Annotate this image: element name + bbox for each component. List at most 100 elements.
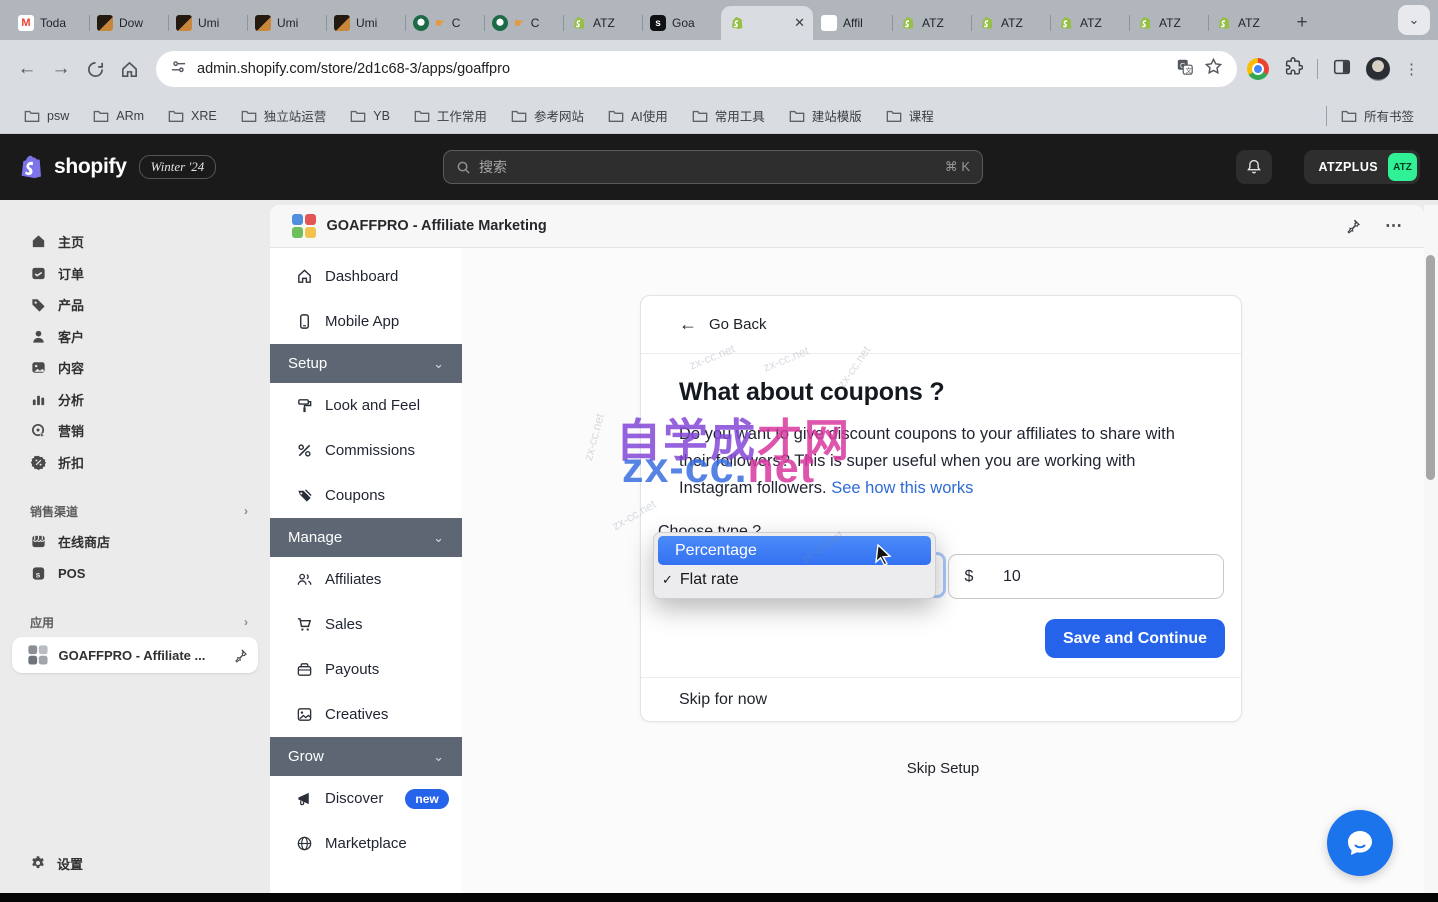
bookmark-star-icon[interactable] [1204,57,1223,81]
browser-tab[interactable]: ☛C [484,6,563,40]
nav-item-commissions[interactable]: Commissions [270,428,462,473]
nav-item-creatives[interactable]: Creatives [270,692,462,737]
page-scrollbar-thumb[interactable] [1426,255,1435,480]
translate-icon[interactable]: G文 [1176,58,1194,81]
nav-item-dashboard[interactable]: Dashboard [270,254,462,299]
browser-tab[interactable]: ATZ [892,6,971,40]
app-more-icon[interactable]: ⋯ [1385,216,1402,236]
bookmark-folder[interactable]: AI使用 [598,102,678,129]
bookmark-folder[interactable]: XRE [158,105,227,127]
nav-item-sales[interactable]: Sales [270,602,462,647]
nav-item-affiliates[interactable]: Affiliates [270,557,462,602]
nav-section-grow[interactable]: Grow⌄ [270,737,462,776]
skip-for-now-row[interactable]: Skip for now [641,677,1241,721]
extensions-icon[interactable] [1283,57,1303,82]
app-main: ← Go Back What about coupons ? Do you wa… [462,248,1424,893]
nav-item-coupons[interactable]: Coupons [270,473,462,518]
notifications-button[interactable] [1236,150,1272,184]
sidebar-item-pos[interactable]: sPOS [12,558,258,590]
address-bar[interactable]: admin.shopify.com/store/2d1c68-3/apps/go… [156,51,1237,87]
sidebar-item-products[interactable]: 产品 [12,289,258,321]
bookmark-folder[interactable]: 常用工具 [682,102,775,129]
nav-item-mobile-app[interactable]: Mobile App [270,299,462,344]
side-panel-icon[interactable] [1332,57,1352,82]
back-button[interactable]: ← [10,52,44,86]
new-tab-button[interactable]: + [1287,6,1317,40]
browser-tab[interactable]: sGoa [642,6,721,40]
spacer [12,589,258,607]
browser-tab[interactable]: Umi [168,6,247,40]
green-circle-icon [492,15,508,31]
sidebar-item-home[interactable]: 主页 [12,226,258,258]
url-text[interactable]: admin.shopify.com/store/2d1c68-3/apps/go… [197,61,1166,77]
site-settings-icon[interactable] [170,58,187,80]
reload-button[interactable] [78,52,112,86]
bookmark-folder[interactable]: 独立站运营 [231,102,337,129]
page-scrollbar-track[interactable] [1424,205,1438,893]
browser-tab-active[interactable]: ✕ [721,6,813,40]
store-menu-button[interactable]: ATZPLUS ATZ [1304,150,1420,184]
bookmark-folder[interactable]: YB [340,105,400,127]
coupon-amount-input[interactable]: 10 [989,568,1021,586]
chrome-icon[interactable] [1247,58,1269,80]
shopify-icon [1058,15,1074,31]
sidebar-item-goaffpro[interactable]: GOAFFPRO - Affiliate ... [12,637,258,673]
sidebar-item-customers[interactable]: 客户 [12,321,258,353]
browser-tab[interactable]: Affil [813,6,892,40]
pin-icon[interactable] [233,648,248,663]
close-tab-icon[interactable]: ✕ [794,15,805,31]
search-input[interactable]: 搜索 ⌘ K [443,150,983,184]
bookmark-folder[interactable]: ARm [83,105,154,127]
browser-tab[interactable]: ATZ [563,6,642,40]
bookmark-folder[interactable]: 工作常用 [404,102,497,129]
tab-search-chevron-button[interactable]: ⌄ [1398,5,1430,35]
bookmark-folder[interactable]: 课程 [876,102,944,129]
browser-tab[interactable]: Umi [247,6,326,40]
chat-widget-button[interactable] [1327,810,1393,876]
release-badge[interactable]: Winter '24 [139,155,217,179]
go-back-label: Go Back [709,316,767,333]
app-header-actions: ⋯ [1345,216,1402,236]
all-bookmarks-folder[interactable]: 所有书签 [1331,102,1424,129]
sidebar-item-content[interactable]: 内容 [12,352,258,384]
browser-tab[interactable]: ATZ [1129,6,1208,40]
forward-button[interactable]: → [44,52,78,86]
chrome-menu-icon[interactable]: ⋮ [1404,60,1420,78]
nav-item-marketplace[interactable]: Marketplace [270,821,462,866]
app-nav: Dashboard Mobile App Setup⌄ Look and Fee… [270,248,462,893]
sales-channels-header[interactable]: 销售渠道› [12,496,258,526]
nav-section-setup[interactable]: Setup⌄ [270,344,462,383]
search-placeholder: 搜索 [479,157,937,177]
chevron-right-icon: › [244,504,248,518]
shopify-logo[interactable]: shopify [16,151,127,183]
bookmark-folder[interactable]: 建站模版 [779,102,872,129]
browser-tab[interactable]: ATZ [1208,6,1287,40]
sidebar-item-analytics[interactable]: 分析 [12,384,258,416]
chevron-down-icon: ⌄ [433,749,444,765]
browser-tab[interactable]: Umi [326,6,405,40]
nav-section-manage[interactable]: Manage⌄ [270,518,462,557]
browser-tab[interactable]: ATZ [1050,6,1129,40]
browser-tab[interactable]: MToda [10,6,89,40]
nav-item-look-and-feel[interactable]: Look and Feel [270,383,462,428]
sidebar-item-discounts[interactable]: 折扣 [12,447,258,479]
browser-tab[interactable]: ☛C [405,6,484,40]
pin-icon[interactable] [1345,218,1361,234]
nav-item-payouts[interactable]: Payouts [270,647,462,692]
sidebar-item-online-store[interactable]: 在线商店 [12,526,258,558]
apps-header[interactable]: 应用› [12,607,258,637]
sidebar-item-marketing[interactable]: 营销 [12,415,258,447]
see-how-link[interactable]: See how this works [831,479,973,497]
nav-item-discover[interactable]: Discovernew [270,776,462,821]
sidebar-item-orders[interactable]: 订单 [12,258,258,290]
bookmark-folder[interactable]: 参考网站 [501,102,594,129]
profile-avatar[interactable] [1366,57,1390,81]
browser-tab[interactable]: Dow [89,6,168,40]
go-back-row[interactable]: ← Go Back [641,296,1241,354]
home-button[interactable] [112,52,146,86]
browser-tab[interactable]: ATZ [971,6,1050,40]
skip-setup-link[interactable]: Skip Setup [462,760,1424,777]
bookmark-folder[interactable]: psw [14,105,79,127]
save-and-continue-button[interactable]: Save and Continue [1045,619,1225,658]
sidebar-item-settings[interactable]: 设置 [12,847,258,879]
